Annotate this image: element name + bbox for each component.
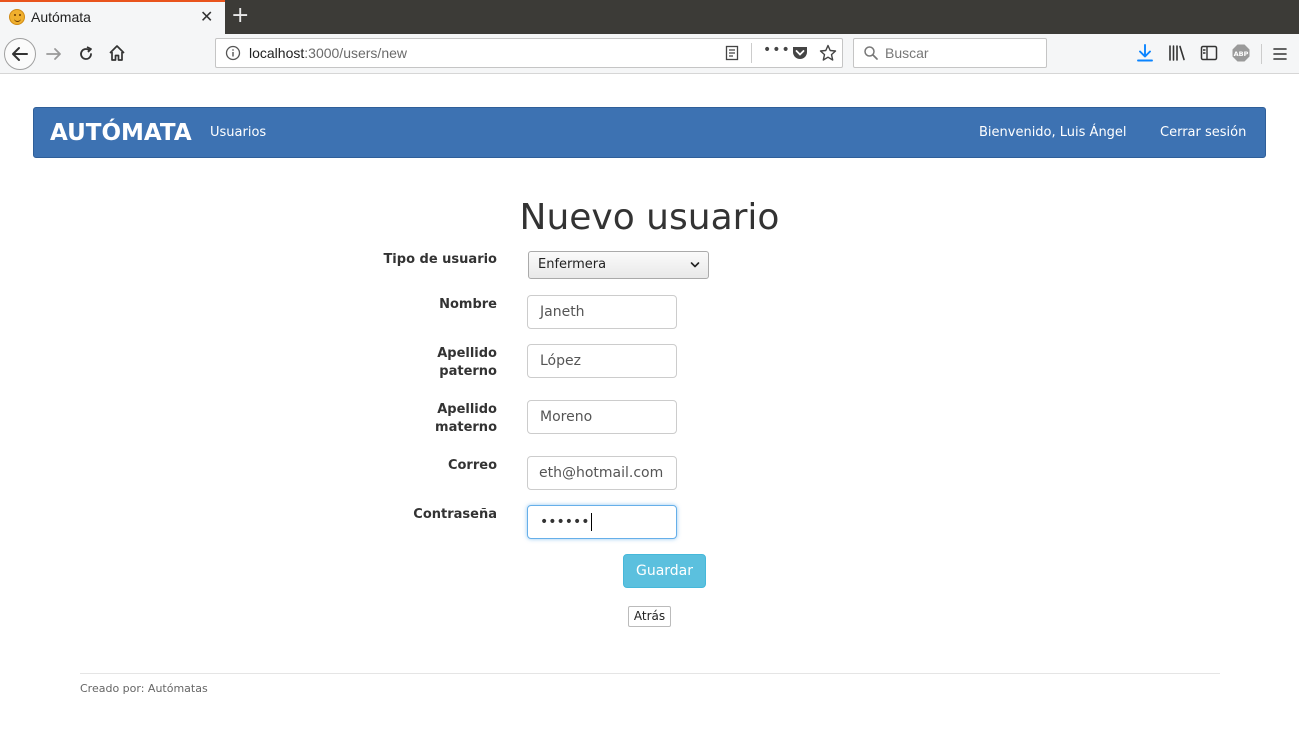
text-caret: [590, 513, 592, 531]
toolbar-separator: [1261, 44, 1262, 64]
pocket-icon[interactable]: [791, 44, 809, 62]
password-masked-value: ••••••: [540, 514, 590, 530]
nav-link-users[interactable]: Usuarios: [210, 125, 266, 140]
library-icon[interactable]: [1167, 43, 1187, 63]
reload-icon[interactable]: [76, 44, 96, 64]
password-label: Contraseña: [413, 507, 497, 522]
user-type-selected-value: Enfermera: [538, 257, 607, 272]
urlbar-separator: [751, 43, 752, 63]
footer-divider: [80, 673, 1220, 674]
password-input[interactable]: ••••••: [527, 505, 677, 539]
close-tab-icon[interactable]: ✕: [200, 8, 213, 26]
footer-credit: Creado por: Autómatas: [80, 682, 208, 695]
info-icon[interactable]: [225, 45, 241, 61]
back-button-page[interactable]: Atrás: [628, 606, 671, 627]
tab-bar: Autómata ✕ +: [0, 0, 1299, 34]
adblock-plus-icon[interactable]: ABP: [1231, 43, 1251, 63]
back-arrow-icon: [12, 47, 28, 61]
welcome-user-link[interactable]: Bienvenido, Luis Ángel: [979, 125, 1127, 140]
new-tab-icon[interactable]: +: [231, 3, 249, 29]
email-input[interactable]: eth@hotmail.com: [527, 456, 677, 490]
bookmark-star-icon[interactable]: [819, 44, 837, 62]
logout-link[interactable]: Cerrar sesión: [1160, 125, 1246, 140]
address-bar[interactable]: localhost:3000/users/new •••: [215, 38, 843, 68]
brand-logo[interactable]: AUTÓMATA: [50, 120, 192, 146]
page-title: Nuevo usuario: [519, 197, 780, 238]
maternal-surname-label-line2: materno: [435, 420, 497, 435]
name-input[interactable]: Janeth: [527, 295, 677, 329]
app-navbar: AUTÓMATA Usuarios Bienvenido, Luis Ángel…: [33, 107, 1266, 158]
paternal-surname-label-line1: Apellido: [437, 346, 497, 361]
search-icon: [864, 46, 878, 60]
maternal-surname-input[interactable]: Moreno: [527, 400, 677, 434]
page-actions-icon[interactable]: •••: [763, 42, 791, 58]
chevron-down-icon: [690, 262, 700, 268]
email-label: Correo: [447, 458, 497, 473]
search-placeholder: Buscar: [885, 45, 929, 61]
paternal-surname-label-line2: paterno: [439, 364, 497, 379]
home-icon[interactable]: [107, 43, 127, 63]
maternal-surname-label-line1: Apellido: [437, 402, 497, 417]
browser-toolbar: localhost:3000/users/new ••• Buscar ABP: [0, 34, 1299, 74]
active-tab[interactable]: Autómata ✕: [0, 0, 225, 34]
tab-title: Autómata: [31, 9, 91, 25]
save-button[interactable]: Guardar: [623, 554, 706, 588]
smiley-favicon-icon: [9, 9, 25, 25]
url-text: localhost:3000/users/new: [249, 45, 407, 61]
forward-arrow-icon[interactable]: [44, 44, 64, 64]
svg-text:ABP: ABP: [1234, 50, 1249, 58]
sidebar-icon[interactable]: [1199, 43, 1219, 63]
paternal-surname-input[interactable]: López: [527, 344, 677, 378]
user-type-label: Tipo de usuario: [383, 252, 497, 267]
paternal-surname-label: Apellido paterno: [377, 345, 497, 381]
name-label: Nombre: [439, 297, 497, 312]
download-icon[interactable]: [1136, 43, 1154, 63]
hamburger-menu-icon[interactable]: [1271, 45, 1289, 63]
back-button[interactable]: [4, 38, 36, 70]
reader-view-icon[interactable]: [724, 45, 740, 61]
search-bar[interactable]: Buscar: [853, 38, 1047, 68]
user-type-select[interactable]: Enfermera: [528, 251, 709, 279]
maternal-surname-label: Apellido materno: [377, 401, 497, 437]
